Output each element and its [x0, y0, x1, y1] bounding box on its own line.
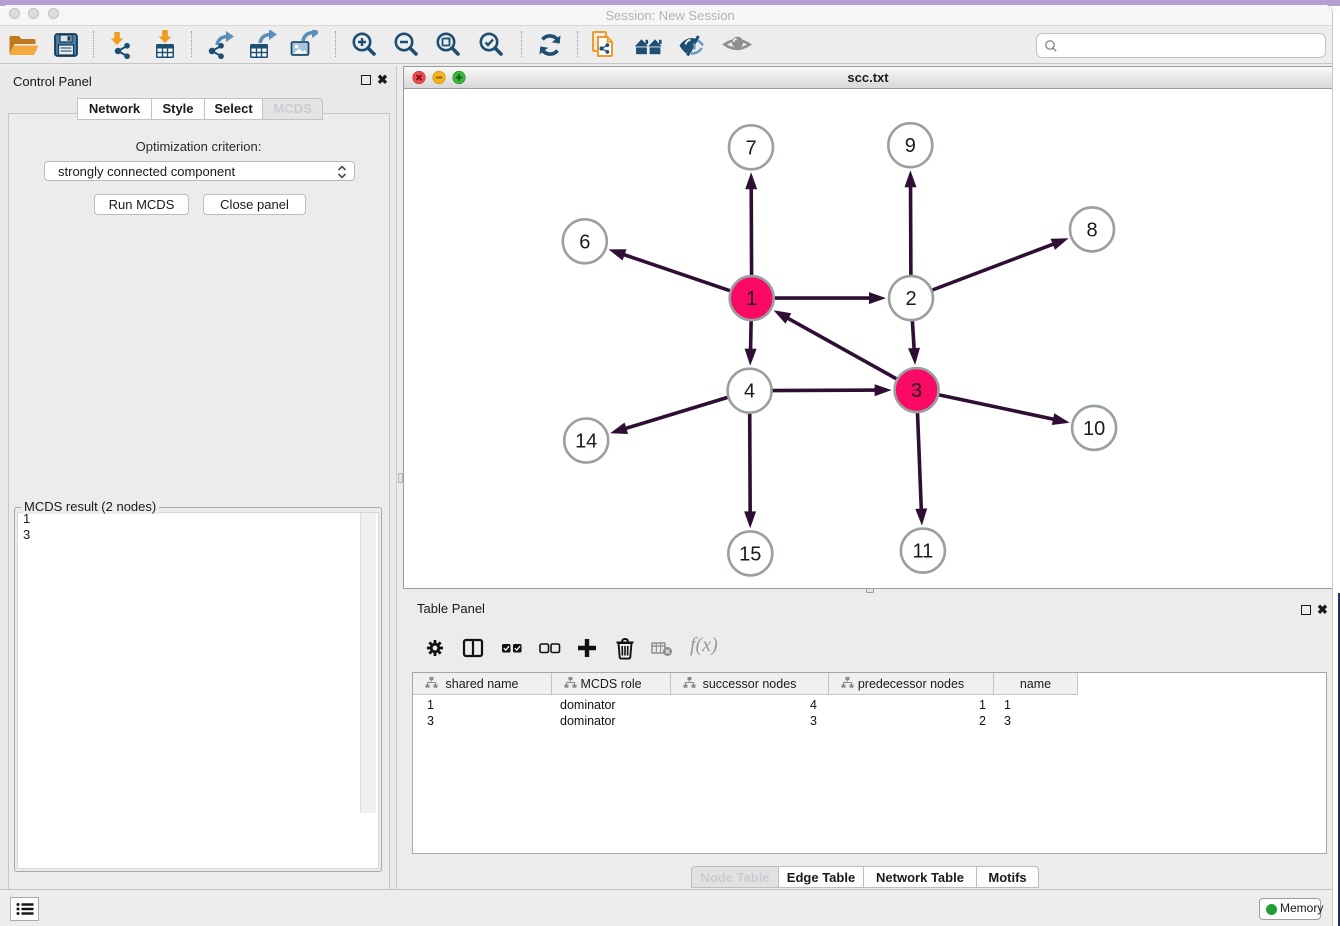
- svg-text:7: 7: [745, 137, 756, 159]
- svg-text:2: 2: [905, 288, 916, 310]
- svg-text:11: 11: [913, 541, 934, 563]
- svg-text:10: 10: [1083, 418, 1105, 440]
- svg-text:9: 9: [905, 135, 916, 157]
- svg-text:8: 8: [1086, 219, 1097, 241]
- svg-text:1: 1: [746, 288, 757, 310]
- svg-text:15: 15: [739, 543, 761, 565]
- svg-text:6: 6: [579, 231, 590, 253]
- svg-text:4: 4: [744, 381, 755, 403]
- svg-text:3: 3: [911, 380, 922, 402]
- svg-text:14: 14: [575, 431, 597, 453]
